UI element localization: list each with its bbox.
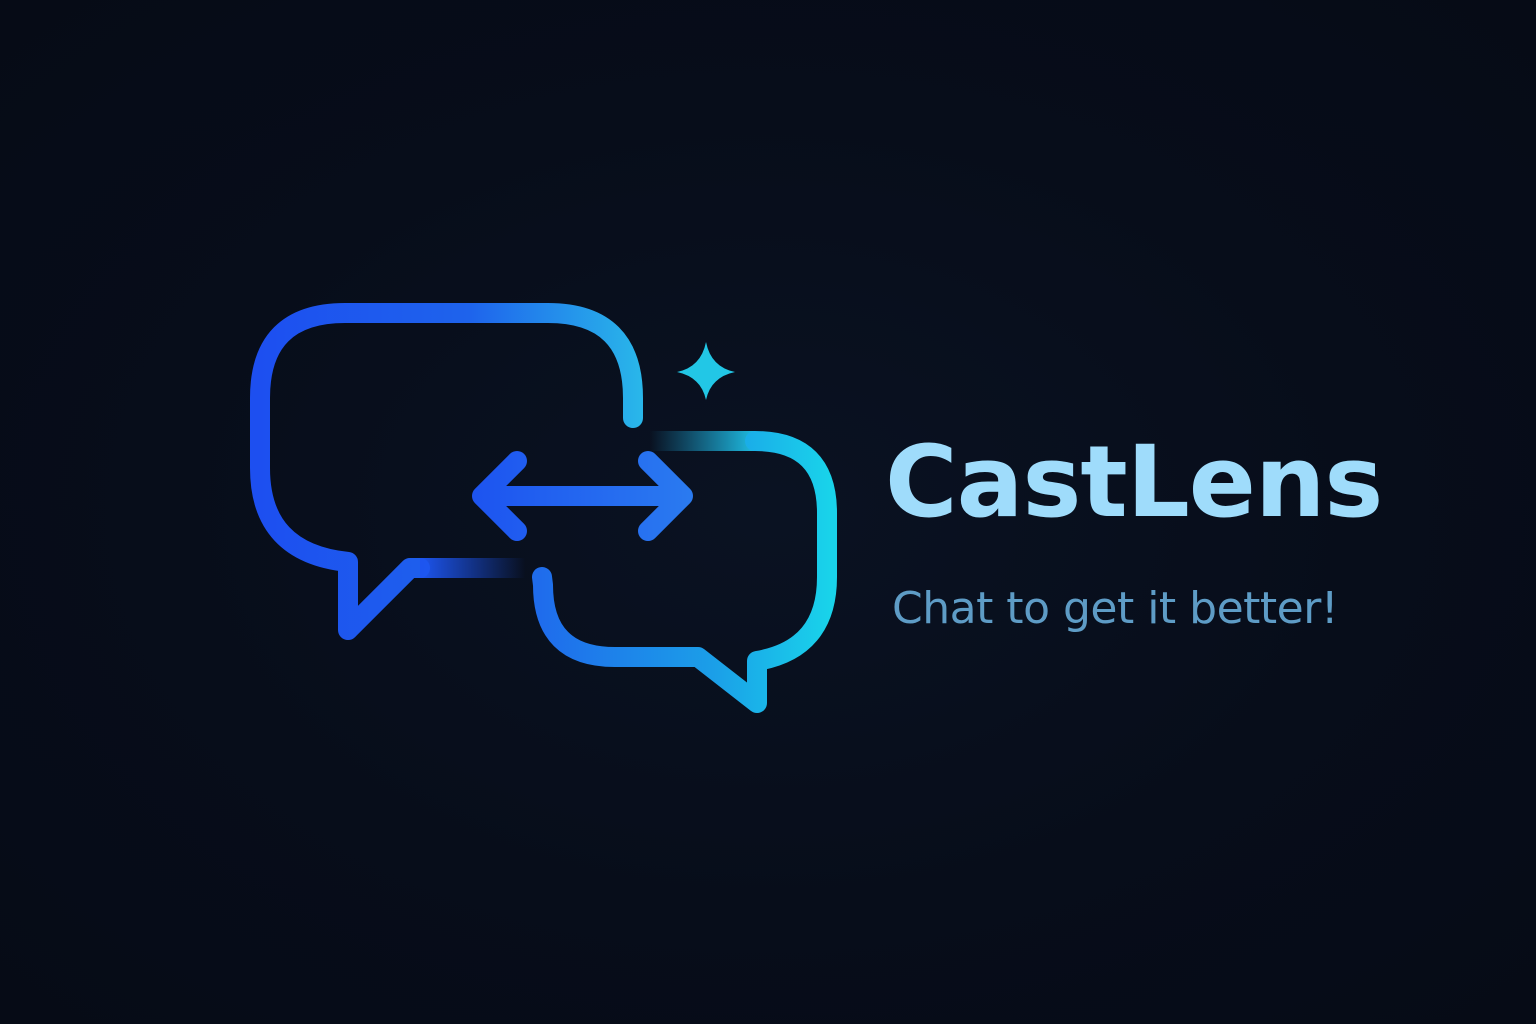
right-chat-bubble-icon [532,431,837,713]
double-arrow-icon [472,451,693,541]
sparkle-icon [677,342,735,400]
left-chat-bubble-icon [250,303,643,640]
tagline: Chat to get it better! [892,583,1338,634]
castlens-logo-icon [250,303,837,713]
brand-name: CastLens [885,425,1383,540]
splash-screen: CastLens Chat to get it better! [0,0,1536,1024]
